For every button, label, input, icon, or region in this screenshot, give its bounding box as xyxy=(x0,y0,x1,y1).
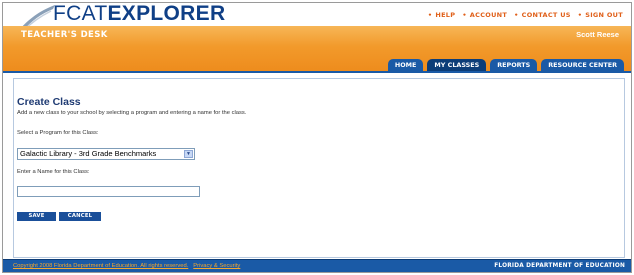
class-name-input[interactable] xyxy=(17,186,200,197)
program-label: Select a Program for this Class: xyxy=(17,130,99,136)
copyright-link[interactable]: Copyright 2008 Florida Department of Edu… xyxy=(13,263,188,269)
program-select-value: Galactic Library - 3rd Grade Benchmarks xyxy=(20,149,157,158)
tab-my-classes[interactable]: MY CLASSES xyxy=(427,59,487,71)
tab-home[interactable]: HOME xyxy=(387,59,424,71)
tab-resource-center[interactable]: RESOURCE CENTER xyxy=(541,59,624,71)
logo-text: FCATEXPLORER xyxy=(53,2,226,26)
account-link[interactable]: ACCOUNT xyxy=(462,11,507,19)
privacy-security-link[interactable]: Privacy & Security xyxy=(193,263,240,269)
sign-out-link[interactable]: SIGN OUT xyxy=(578,11,623,19)
help-link[interactable]: HELP xyxy=(428,11,455,19)
footer: Copyright 2008 Florida Department of Edu… xyxy=(3,259,631,272)
main-content: Create Class Add a new class to your sch… xyxy=(3,71,631,261)
contact-us-link[interactable]: CONTACT US xyxy=(514,11,571,19)
main-nav: HOME MY CLASSES REPORTS RESOURCE CENTER xyxy=(387,59,624,71)
page-title: Create Class xyxy=(17,96,81,108)
program-select[interactable]: Galactic Library - 3rd Grade Benchmarks … xyxy=(17,148,195,160)
logo-text-light: FCAT xyxy=(53,2,108,25)
utility-links: HELP ACCOUNT CONTACT US SIGN OUT xyxy=(428,11,623,19)
footer-left: Copyright 2008 Florida Department of Edu… xyxy=(13,263,240,269)
user-name: Scott Reese xyxy=(576,30,619,39)
save-button[interactable]: SAVE xyxy=(17,212,56,221)
app-window: FCATEXPLORER HELP ACCOUNT CONTACT US SIG… xyxy=(2,2,632,273)
header-logo-row: FCATEXPLORER HELP ACCOUNT CONTACT US SIG… xyxy=(3,2,631,32)
department-name: FLORIDA DEPARTMENT OF EDUCATION xyxy=(494,263,625,269)
tab-reports[interactable]: REPORTS xyxy=(490,59,538,71)
page-description: Add a new class to your school by select… xyxy=(17,110,247,116)
teachers-desk-bar: TEACHER'S DESK Scott Reese HOME MY CLASS… xyxy=(3,26,631,71)
cancel-button[interactable]: CANCEL xyxy=(59,212,101,221)
chevron-down-icon[interactable]: ▼ xyxy=(184,150,193,158)
logo-text-bold: EXPLORER xyxy=(107,2,226,25)
section-title: TEACHER'S DESK xyxy=(21,30,108,40)
content-panel xyxy=(13,78,625,258)
class-name-label: Enter a Name for this Class: xyxy=(17,169,90,175)
